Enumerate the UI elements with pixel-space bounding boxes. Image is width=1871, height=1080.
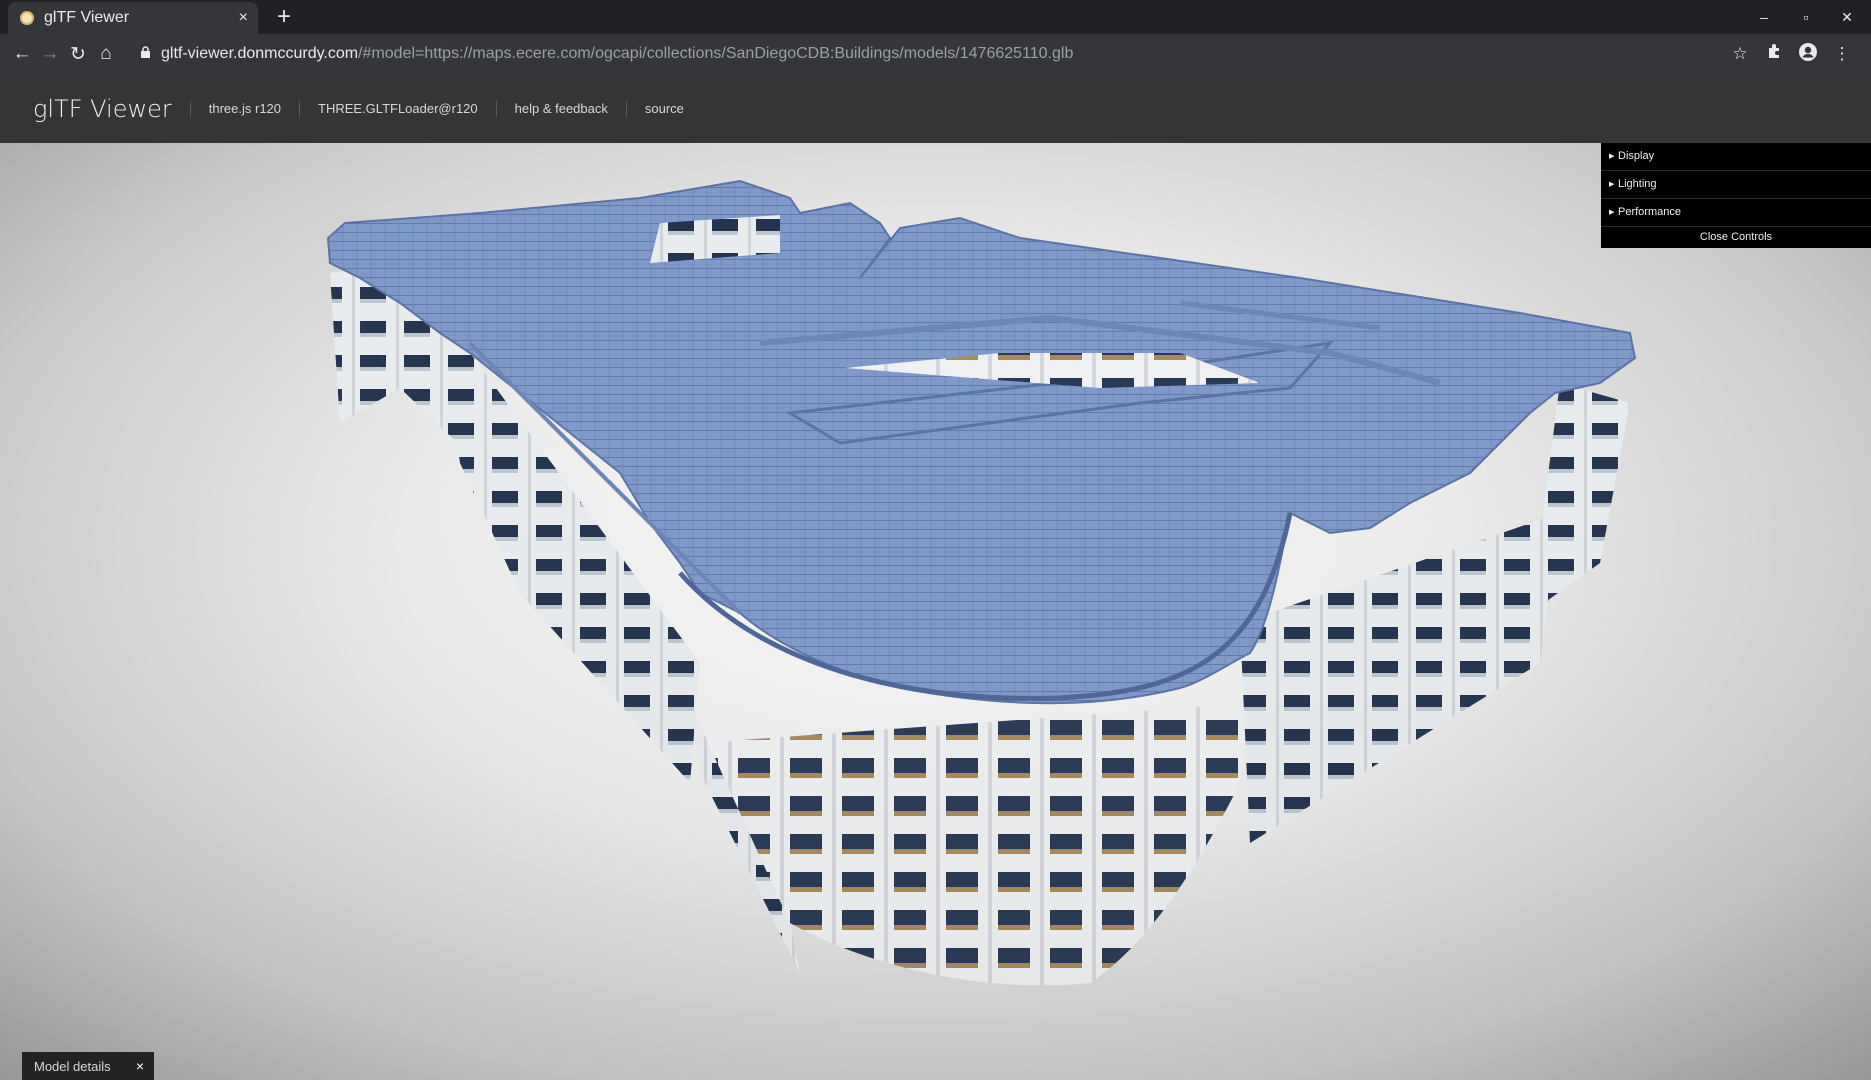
help-feedback-link[interactable]: help & feedback [495, 100, 626, 117]
model-details-bar: Model details × [22, 1052, 154, 1080]
new-tab-button[interactable]: + [271, 4, 297, 30]
browser-tab-strip: glTF Viewer × + – ▫ ✕ [0, 0, 1871, 34]
close-controls-button[interactable]: Close Controls [1601, 227, 1871, 248]
tab-title: glTF Viewer [44, 9, 130, 26]
gltfloader-version-link[interactable]: THREE.GLTFLoader@r120 [299, 100, 496, 117]
extensions-icon[interactable] [1757, 43, 1791, 65]
close-icon[interactable]: × [136, 1058, 144, 1074]
minimize-icon[interactable]: – [1749, 4, 1779, 30]
lighting-folder[interactable]: ▶ Lighting [1601, 171, 1871, 199]
controls-panel: ▶ Display ▶ Lighting ▶ Performance Close… [1601, 143, 1871, 248]
browser-tab[interactable]: glTF Viewer × [8, 2, 258, 34]
gltf-favicon-icon [20, 11, 34, 25]
home-icon[interactable]: ⌂ [92, 43, 120, 65]
model-details-toggle[interactable]: Model details [34, 1059, 136, 1074]
star-icon[interactable]: ☆ [1723, 44, 1757, 64]
performance-folder[interactable]: ▶ Performance [1601, 199, 1871, 227]
collapsed-triangle-icon: ▶ [1609, 181, 1615, 188]
display-folder-label: Display [1618, 150, 1655, 162]
url-host: gltf-viewer.donmccurdy.com [161, 45, 359, 62]
forward-icon[interactable]: → [36, 43, 64, 65]
url-path: /#model=https://maps.ecere.com/ogcapi/co… [358, 45, 1074, 62]
address-bar[interactable]: gltf-viewer.donmccurdy.com/#model=https:… [161, 45, 1073, 63]
maximize-icon[interactable]: ▫ [1791, 4, 1821, 30]
building-model [0, 143, 1871, 1080]
back-icon[interactable]: ← [8, 43, 36, 65]
account-icon[interactable] [1791, 42, 1825, 67]
app-title[interactable]: glTF Viewer [33, 95, 172, 123]
window-close-icon[interactable]: ✕ [1832, 4, 1862, 30]
lighting-folder-label: Lighting [1618, 178, 1657, 190]
3d-viewport[interactable] [0, 143, 1871, 1080]
reload-icon[interactable]: ↻ [64, 43, 92, 66]
menu-icon[interactable]: ⋮ [1825, 44, 1859, 64]
browser-toolbar: ← → ↻ ⌂ gltf-viewer.donmccurdy.com/#mode… [0, 34, 1871, 74]
collapsed-triangle-icon: ▶ [1609, 209, 1615, 216]
source-link[interactable]: source [625, 100, 702, 117]
app-header: glTF Viewer three.js r120 THREE.GLTFLoad… [0, 74, 1871, 144]
collapsed-triangle-icon: ▶ [1609, 153, 1615, 160]
toolbar-actions: ☆ ⋮ [1723, 34, 1859, 74]
performance-folder-label: Performance [1618, 206, 1681, 218]
lock-icon[interactable] [140, 46, 151, 62]
tab-close-icon[interactable]: × [239, 9, 248, 27]
display-folder[interactable]: ▶ Display [1601, 143, 1871, 171]
threejs-version-link[interactable]: three.js r120 [189, 100, 299, 117]
